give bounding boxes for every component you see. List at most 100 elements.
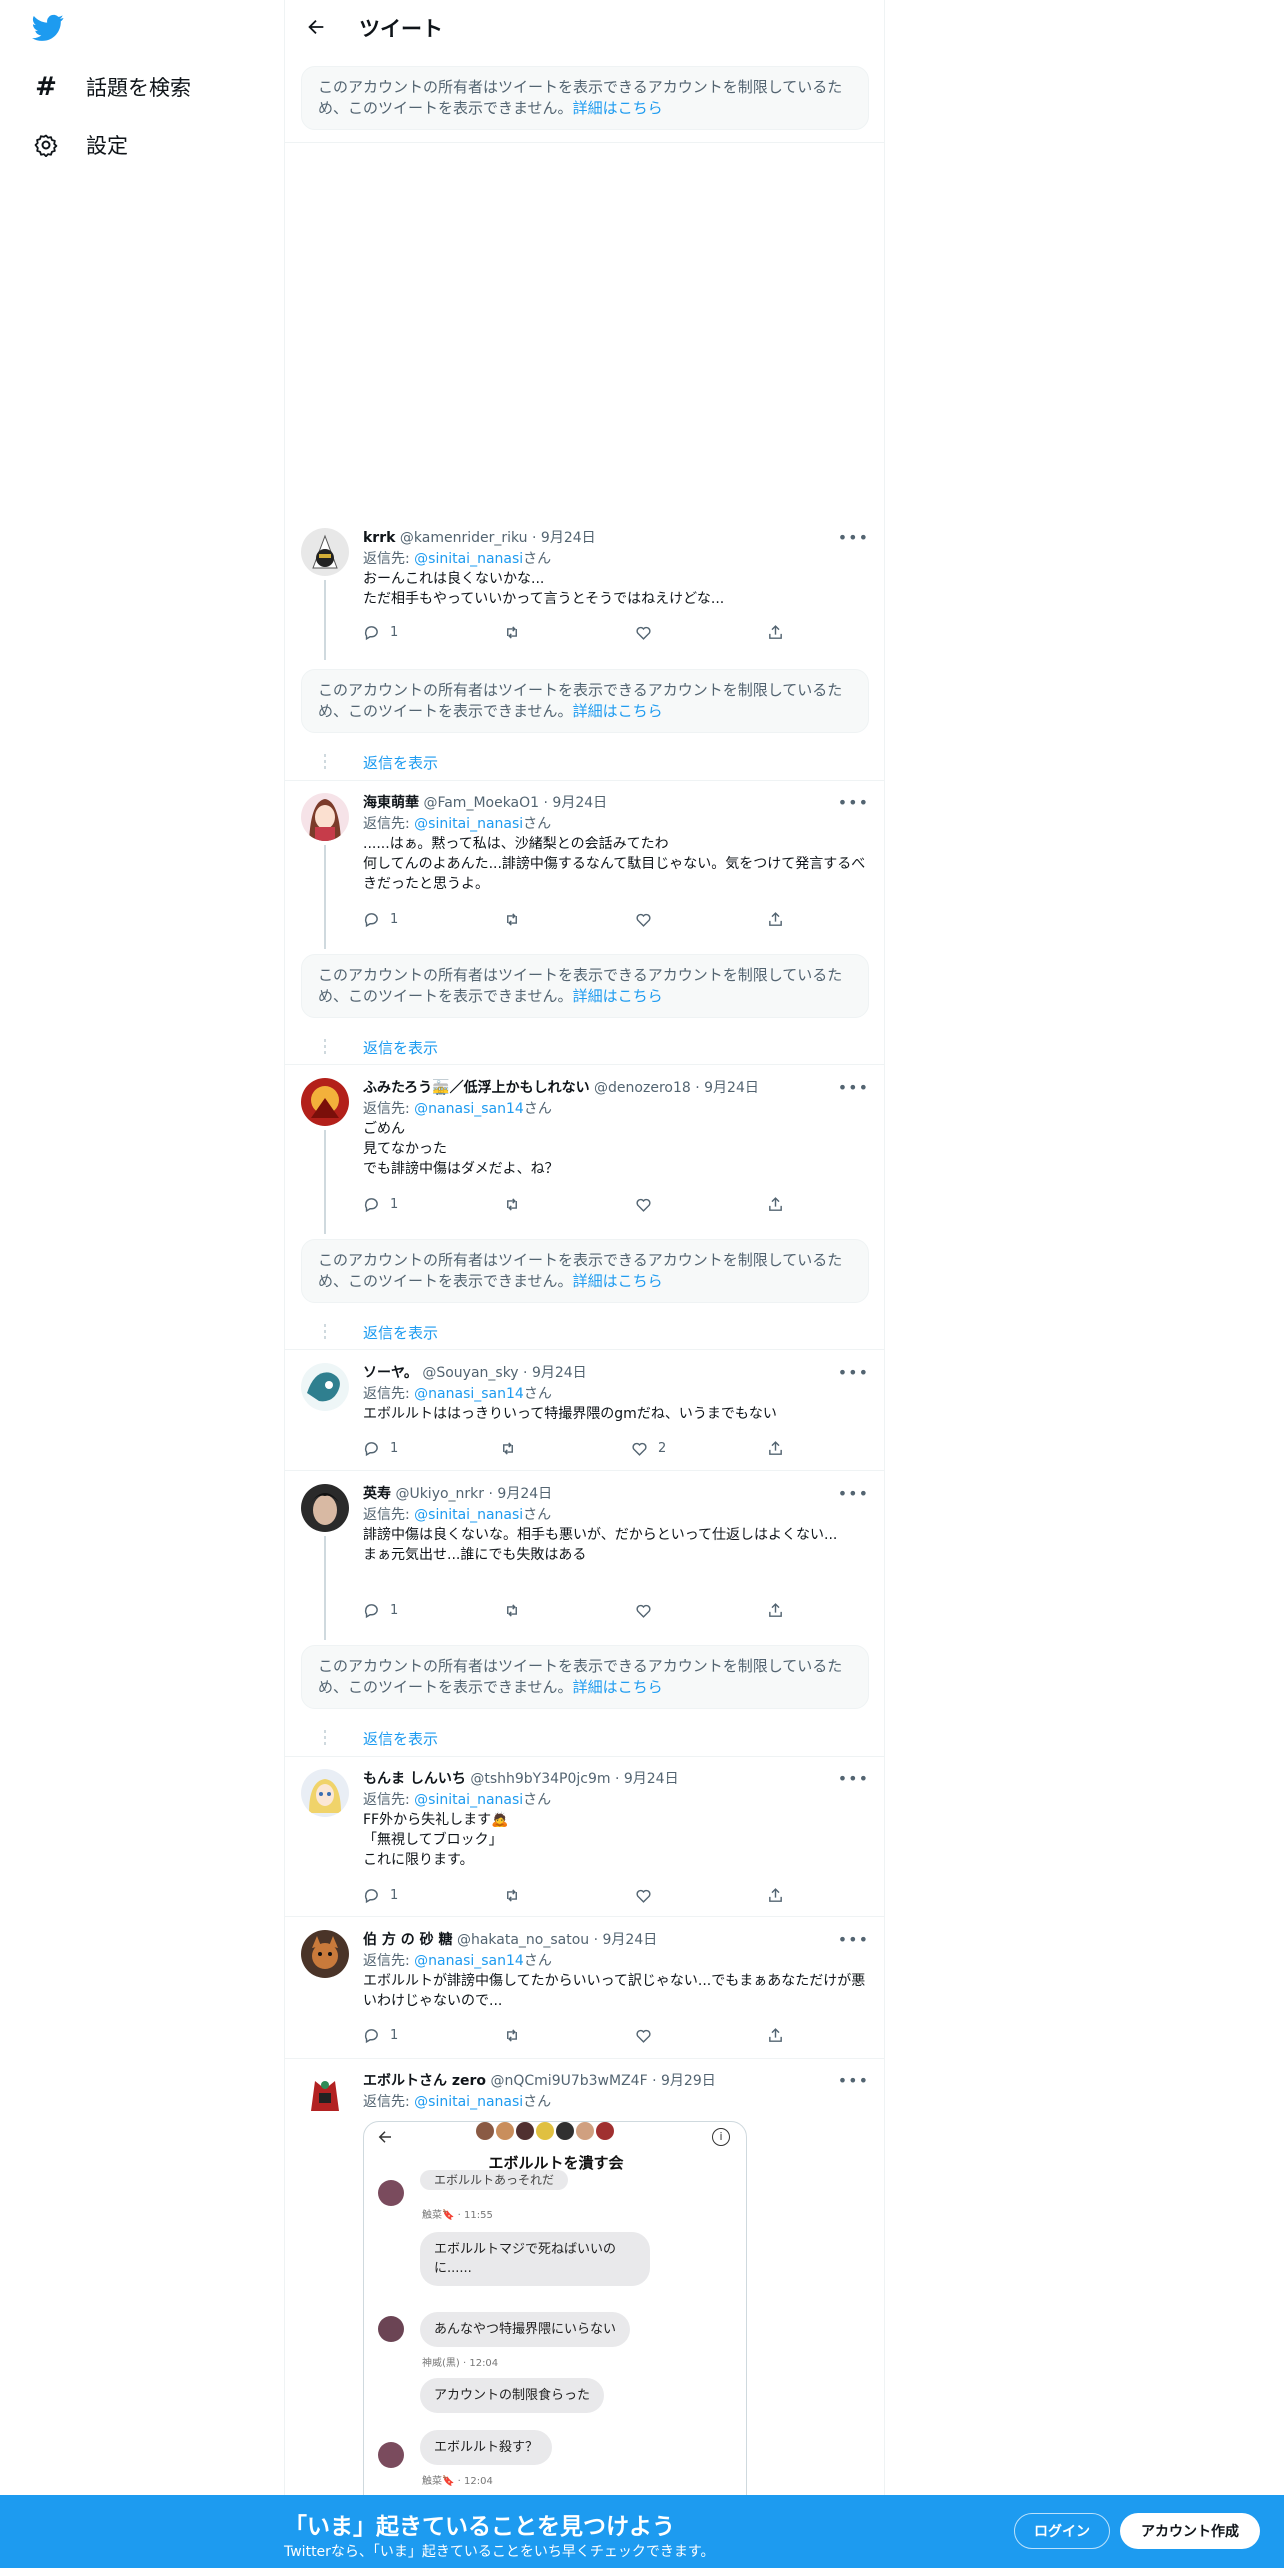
like-button[interactable]: [635, 1196, 652, 1213]
display-name[interactable]: ふみたろう🚋／低浮上かもしれない: [363, 1080, 590, 1096]
display-name[interactable]: もんま しんいち: [363, 1771, 466, 1787]
tweet[interactable]: もんま しんいち @tshh9bY34P0jc9m · 9月24日 ••• 返信…: [285, 1769, 884, 1904]
learn-more-link[interactable]: 詳細はこちら: [573, 702, 663, 720]
tweet[interactable]: 英寿 @Ukiyo_nrkr · 9月24日 ••• 返信先: @sinitai…: [285, 1484, 884, 1640]
avatar[interactable]: [301, 793, 349, 841]
avatar[interactable]: [301, 528, 349, 576]
display-name[interactable]: 英寿: [363, 1486, 391, 1502]
share-button[interactable]: [767, 1602, 784, 1619]
retweet-button[interactable]: [503, 1887, 521, 1904]
sidebar-item-explore[interactable]: # 話題を検索: [32, 72, 191, 102]
reply-to-handle[interactable]: @sinitai_nanasi: [414, 1792, 523, 1808]
avatar[interactable]: [301, 1484, 349, 1532]
share-button[interactable]: [767, 1887, 784, 1904]
retweet-button[interactable]: [499, 1440, 517, 1457]
tweet[interactable]: ふみたろう🚋／低浮上かもしれない @denozero18 · 9月24日 •••…: [285, 1078, 884, 1234]
show-replies-link[interactable]: 返信を表示: [363, 1728, 438, 1749]
handle[interactable]: @Ukiyo_nrkr: [395, 1486, 484, 1502]
tweet[interactable]: krrk @kamenrider_riku · 9月24日 ••• 返信先: @…: [285, 528, 884, 660]
more-icon[interactable]: •••: [838, 1078, 869, 1097]
more-icon[interactable]: •••: [838, 1930, 869, 1949]
tweet[interactable]: 伯 方 の 砂 糖 @hakata_no_satou · 9月24日 ••• 返…: [285, 1930, 884, 2050]
reply-to-handle[interactable]: @nanasi_san14: [414, 1101, 524, 1117]
reply-button[interactable]: 1: [363, 911, 398, 928]
like-button[interactable]: [635, 911, 652, 928]
retweet-button[interactable]: [503, 1602, 521, 1619]
more-icon[interactable]: •••: [838, 793, 869, 812]
handle[interactable]: @tshh9bY34P0jc9m: [470, 1771, 610, 1787]
timestamp[interactable]: 9月24日: [497, 1486, 552, 1502]
handle[interactable]: @denozero18: [594, 1080, 691, 1096]
reply-button[interactable]: 1: [363, 2027, 398, 2044]
timestamp[interactable]: 9月24日: [541, 530, 596, 546]
tweet[interactable]: ソーヤ。 @Souyan_sky · 9月24日 ••• 返信先: @nanas…: [285, 1363, 884, 1473]
timestamp[interactable]: 9月24日: [532, 1365, 587, 1381]
reply-to-handle[interactable]: @nanasi_san14: [414, 1386, 524, 1402]
more-icon[interactable]: •••: [838, 1363, 869, 1382]
more-icon[interactable]: •••: [838, 1484, 869, 1503]
learn-more-link[interactable]: 詳細はこちら: [573, 987, 663, 1005]
handle[interactable]: @hakata_no_satou: [457, 1932, 589, 1948]
avatar[interactable]: [301, 1930, 349, 1978]
reply-button[interactable]: 1: [363, 1440, 398, 1457]
display-name[interactable]: ソーヤ。: [363, 1365, 418, 1381]
show-replies-link[interactable]: 返信を表示: [363, 1037, 438, 1058]
learn-more-link[interactable]: 詳細はこちら: [573, 1272, 663, 1290]
back-arrow-icon[interactable]: [305, 16, 327, 42]
like-button[interactable]: 2: [631, 1440, 666, 1457]
timestamp[interactable]: 9月24日: [624, 1771, 679, 1787]
show-replies-link[interactable]: 返信を表示: [363, 752, 438, 773]
like-button[interactable]: [635, 1887, 652, 1904]
share-button[interactable]: [767, 624, 784, 641]
handle[interactable]: @Souyan_sky: [422, 1365, 518, 1381]
retweet-button[interactable]: [503, 911, 521, 928]
signup-button[interactable]: アカウント作成: [1120, 2513, 1260, 2549]
handle[interactable]: @nQCmi9U7b3wMZ4F: [491, 2073, 648, 2089]
avatar[interactable]: [301, 2071, 349, 2119]
reply-to-handle[interactable]: @sinitai_nanasi: [414, 2094, 523, 2110]
timestamp[interactable]: 9月24日: [552, 795, 607, 811]
learn-more-link[interactable]: 詳細はこちら: [573, 1678, 663, 1696]
more-icon[interactable]: •••: [838, 1769, 869, 1788]
reply-to-handle[interactable]: @sinitai_nanasi: [414, 816, 523, 832]
display-name[interactable]: krrk: [363, 530, 395, 546]
reply-to-handle[interactable]: @sinitai_nanasi: [414, 551, 523, 567]
learn-more-link[interactable]: 詳細はこちら: [573, 99, 663, 117]
share-button[interactable]: [767, 1196, 784, 1213]
avatar[interactable]: [301, 1363, 349, 1411]
reply-button[interactable]: 1: [363, 1887, 398, 1904]
display-name[interactable]: エボルトさん zero: [363, 2073, 486, 2089]
timestamp[interactable]: 9月24日: [704, 1080, 759, 1096]
reply-button[interactable]: 1: [363, 1602, 398, 1619]
like-button[interactable]: [635, 624, 652, 641]
reply-button[interactable]: 1: [363, 1196, 398, 1213]
timestamp[interactable]: 9月24日: [603, 1932, 658, 1948]
tweet[interactable]: 海東萌華 @Fam_MoekaO1 · 9月24日 ••• 返信先: @sini…: [285, 793, 884, 949]
reply-button[interactable]: 1: [363, 624, 398, 641]
like-button[interactable]: [635, 1602, 652, 1619]
retweet-button[interactable]: [503, 1196, 521, 1213]
more-icon[interactable]: •••: [838, 528, 869, 547]
display-name[interactable]: 海東萌華: [363, 795, 419, 811]
share-button[interactable]: [767, 2027, 784, 2044]
handle[interactable]: @kamenrider_riku: [400, 530, 528, 546]
reply-to-handle[interactable]: @sinitai_nanasi: [414, 1507, 523, 1523]
reply-to-handle[interactable]: @nanasi_san14: [414, 1953, 524, 1969]
retweet-button[interactable]: [503, 624, 521, 641]
avatar[interactable]: [301, 1078, 349, 1126]
avatar[interactable]: [301, 1769, 349, 1817]
share-button[interactable]: [767, 911, 784, 928]
more-icon[interactable]: •••: [838, 2071, 869, 2090]
login-button[interactable]: ログイン: [1014, 2513, 1110, 2549]
sidebar-item-settings[interactable]: 設定: [32, 130, 128, 160]
like-button[interactable]: [635, 2027, 652, 2044]
timestamp[interactable]: 9月29日: [661, 2073, 716, 2089]
retweet-button[interactable]: [503, 2027, 521, 2044]
tweet-media-image[interactable]: i エボルルトを潰す会 エボルルトあっそれだ 触菜🔖 · 11:55 エボルルト…: [363, 2121, 747, 2511]
handle[interactable]: @Fam_MoekaO1: [423, 795, 539, 811]
show-replies-link[interactable]: 返信を表示: [363, 1322, 438, 1343]
tweet[interactable]: エボルトさん zero @nQCmi9U7b3wMZ4F · 9月29日 •••…: [285, 2071, 884, 2511]
twitter-logo-icon[interactable]: [32, 14, 64, 46]
display-name[interactable]: 伯 方 の 砂 糖: [363, 1932, 453, 1948]
share-button[interactable]: [767, 1440, 784, 1457]
